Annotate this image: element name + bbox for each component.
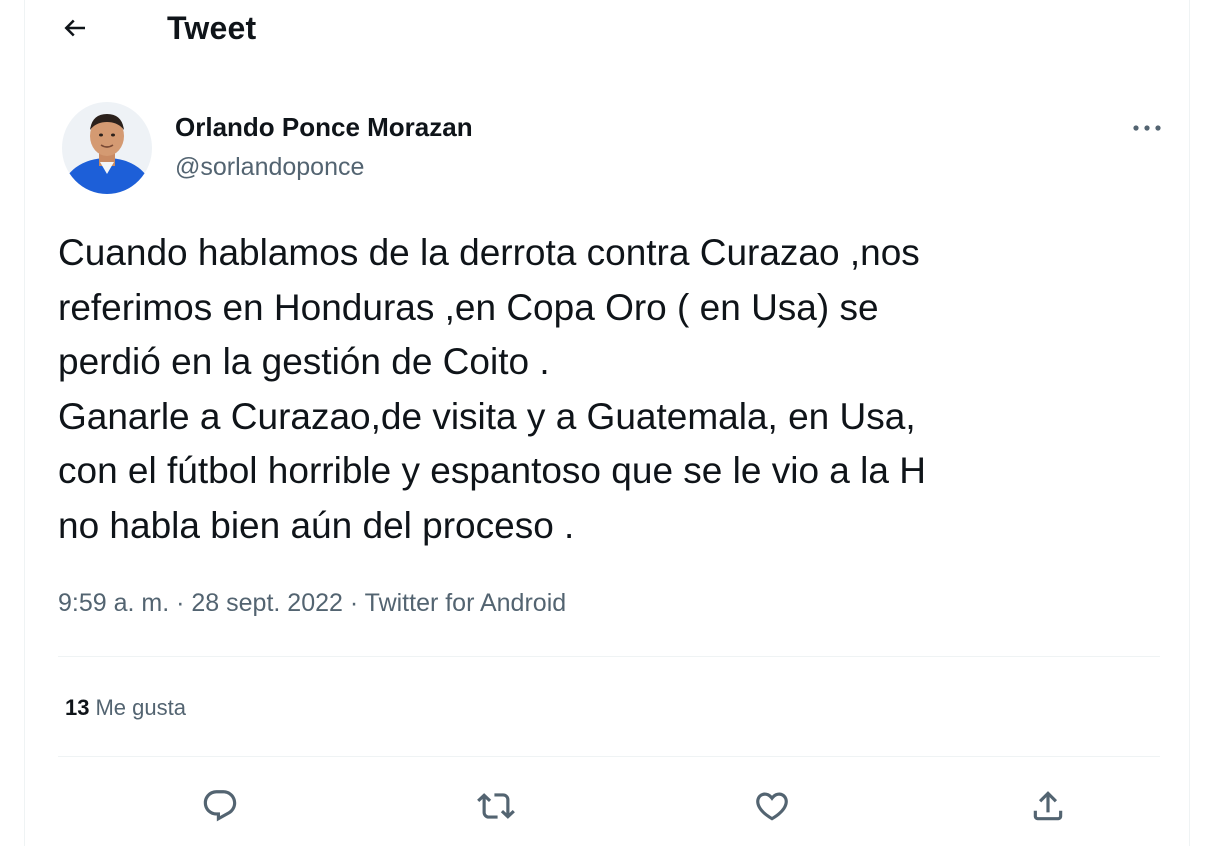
tweet-metadata: 9:59 a. m. · 28 sept. 2022 · Twitter for… [58, 587, 566, 619]
heart-icon [756, 792, 788, 821]
author-name[interactable]: Orlando Ponce Morazan [175, 112, 473, 142]
likes-stat[interactable]: 13 Me gusta [65, 693, 186, 723]
author-handle[interactable]: @sorlandoponce [175, 152, 364, 182]
more-horizontal-icon [1133, 125, 1161, 131]
reply-button[interactable] [192, 778, 248, 834]
tweet-date[interactable]: 28 sept. 2022 [191, 589, 343, 617]
divider [58, 756, 1160, 757]
arrow-left-icon [64, 19, 85, 37]
likes-count: 13 [65, 695, 90, 720]
meta-separator: · [169, 589, 192, 617]
tweet-text: Cuando hablamos de la derrota contra Cur… [58, 232, 926, 546]
avatar-photo [62, 102, 152, 194]
action-bar [58, 778, 1160, 834]
page-title: Tweet [167, 10, 257, 46]
meta-separator: · [342, 589, 365, 617]
tweet-time[interactable]: 9:59 a. m. [58, 589, 169, 617]
likes-label: Me gusta [95, 695, 186, 720]
retweet-icon [477, 793, 515, 819]
tweet-source[interactable]: Twitter for Android [365, 589, 566, 617]
back-button[interactable] [53, 6, 97, 50]
tweet-detail-panel: Tweet Orlando Ponce Morazan @sorlandopon… [24, 0, 1190, 846]
divider [58, 656, 1160, 657]
comment-icon [203, 790, 237, 822]
like-button[interactable] [744, 778, 800, 834]
header: Tweet [25, 0, 1189, 58]
share-icon [1033, 791, 1063, 821]
avatar[interactable] [62, 102, 152, 194]
share-button[interactable] [1020, 778, 1076, 834]
retweet-button[interactable] [468, 778, 524, 834]
more-options-button[interactable] [1125, 110, 1169, 146]
